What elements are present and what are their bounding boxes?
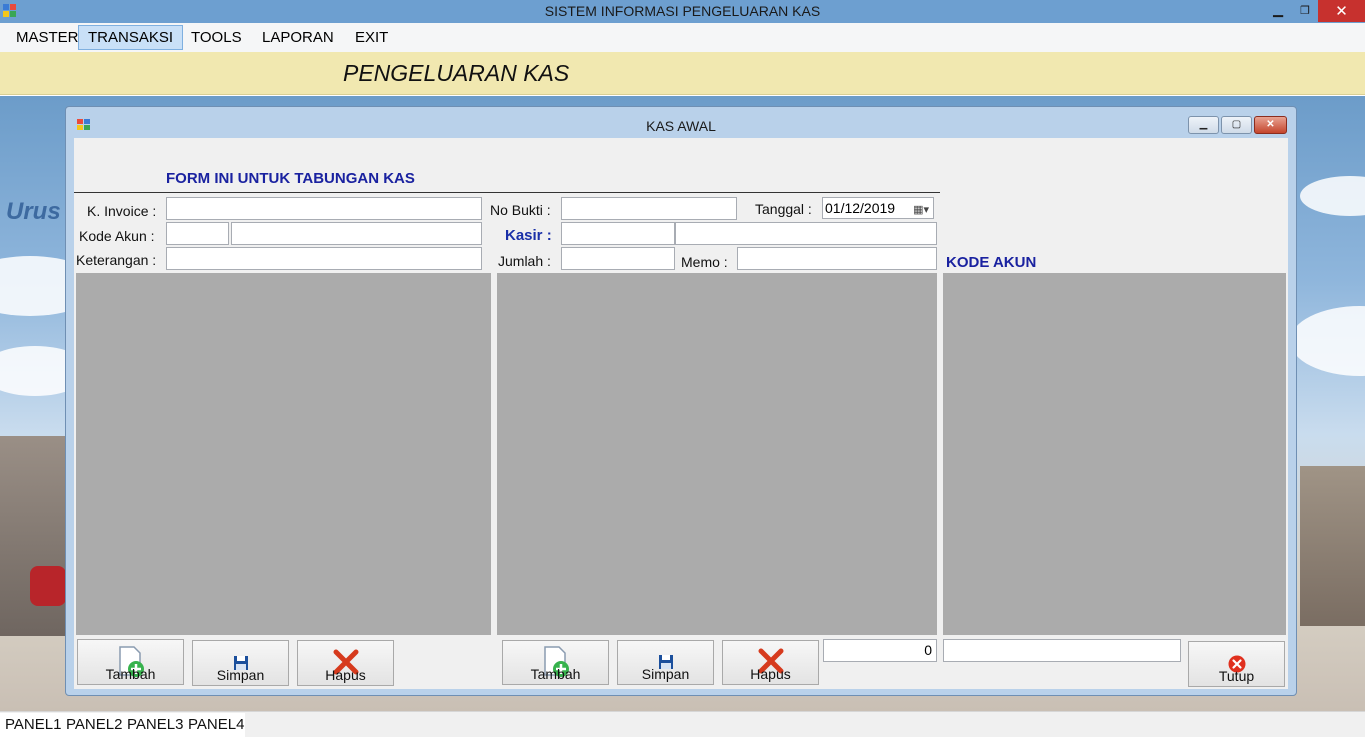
form-close-button[interactable]: ✕ — [1254, 116, 1287, 134]
tanggal-value: 01/12/2019 — [825, 200, 896, 216]
jumlah-input[interactable] — [561, 247, 675, 270]
heading-divider — [74, 192, 940, 193]
status-panel-1: PANEL1 — [5, 716, 62, 733]
kode-akun-name-input[interactable] — [231, 222, 482, 245]
main-titlebar: SISTEM INFORMASI PENGELUARAN KAS ▁ ❐ ✕ — [0, 0, 1365, 23]
hapus-label-middle: Hapus — [750, 666, 791, 682]
tambah-button-middle[interactable]: Tambah — [502, 640, 609, 685]
kasir-label: Kasir : — [505, 227, 552, 244]
menu-master[interactable]: MASTER — [7, 25, 88, 50]
tambah-label-middle: Tambah — [530, 666, 581, 682]
invoice-input[interactable] — [166, 197, 482, 220]
tutup-button[interactable]: Tutup — [1188, 641, 1285, 687]
hapus-button-left[interactable]: Hapus — [297, 640, 394, 686]
car — [30, 566, 66, 606]
tanggal-datepicker[interactable]: 01/12/2019 ▦▾ — [822, 197, 934, 219]
kasir-code-input[interactable] — [561, 222, 675, 245]
tambah-label-left: Tambah — [105, 666, 156, 682]
no-bukti-input[interactable] — [561, 197, 737, 220]
tambah-button-left[interactable]: Tambah — [77, 639, 184, 685]
kode-akun-label: Kode Akun : — [79, 228, 155, 244]
header-strip: PENGELUARAN KAS — [0, 52, 1365, 95]
simpan-button-middle[interactable]: Simpan — [617, 640, 714, 685]
simpan-button-left[interactable]: Simpan — [192, 640, 289, 686]
simpan-label-left: Simpan — [216, 667, 265, 683]
status-bar: PANEL1 PANEL2 PANEL3 PANEL4 — [0, 711, 1365, 737]
background-logo-text: Urus — [6, 198, 61, 225]
keterangan-label: Keterangan : — [76, 252, 157, 268]
status-panel-4: PANEL4 — [188, 716, 245, 733]
form-heading: FORM INI UNTUK TABUNGAN KAS — [166, 170, 415, 187]
no-bukti-label: No Bukti : — [490, 202, 551, 218]
kas-data-grid[interactable] — [497, 273, 937, 635]
kode-akun-search-input[interactable] — [943, 639, 1181, 662]
kasir-name-input[interactable] — [675, 222, 937, 245]
menu-laporan[interactable]: LAPORAN — [253, 25, 343, 50]
kode-akun-data-grid[interactable] — [943, 273, 1286, 635]
tutup-label: Tutup — [1218, 668, 1255, 684]
memo-label: Memo : — [681, 254, 728, 270]
form-restore-button[interactable]: ▢ — [1221, 116, 1252, 134]
hapus-label-left: Hapus — [325, 667, 366, 683]
minimize-button[interactable]: ▁ — [1266, 0, 1290, 22]
form-title: KAS AWAL — [646, 118, 716, 134]
calendar-dropdown-icon[interactable]: ▦▾ — [913, 200, 929, 220]
memo-input[interactable] — [737, 247, 937, 270]
restore-button[interactable]: ❐ — [1293, 0, 1317, 22]
menu-exit[interactable]: EXIT — [346, 25, 397, 50]
invoice-data-grid[interactable] — [76, 273, 491, 635]
menu-bar: MASTER TRANSAKSI TOOLS LAPORAN EXIT — [0, 23, 1365, 52]
tanggal-label: Tanggal : — [755, 201, 812, 217]
menu-tools[interactable]: TOOLS — [182, 25, 251, 50]
window-title: SISTEM INFORMASI PENGELUARAN KAS — [544, 3, 821, 19]
status-panel-2: PANEL2 — [66, 716, 123, 733]
kode-akun-code-input[interactable] — [166, 222, 229, 245]
jumlah-label: Jumlah : — [498, 253, 551, 269]
keterangan-input[interactable] — [166, 247, 482, 270]
status-panel-3: PANEL3 — [127, 716, 184, 733]
invoice-label: K. Invoice : — [87, 203, 157, 219]
building-right — [1300, 466, 1365, 626]
hapus-button-middle[interactable]: Hapus — [722, 640, 819, 685]
kode-akun-heading: KODE AKUN — [946, 254, 1037, 271]
close-window-button[interactable]: ✕ — [1318, 0, 1365, 22]
building-left — [0, 436, 70, 636]
form-minimize-button[interactable]: ▁ — [1188, 116, 1219, 134]
total-field[interactable]: 0 — [823, 639, 937, 662]
simpan-label-middle: Simpan — [641, 666, 690, 682]
page-title: PENGELUARAN KAS — [343, 60, 570, 86]
menu-transaksi[interactable]: TRANSAKSI — [78, 25, 184, 50]
